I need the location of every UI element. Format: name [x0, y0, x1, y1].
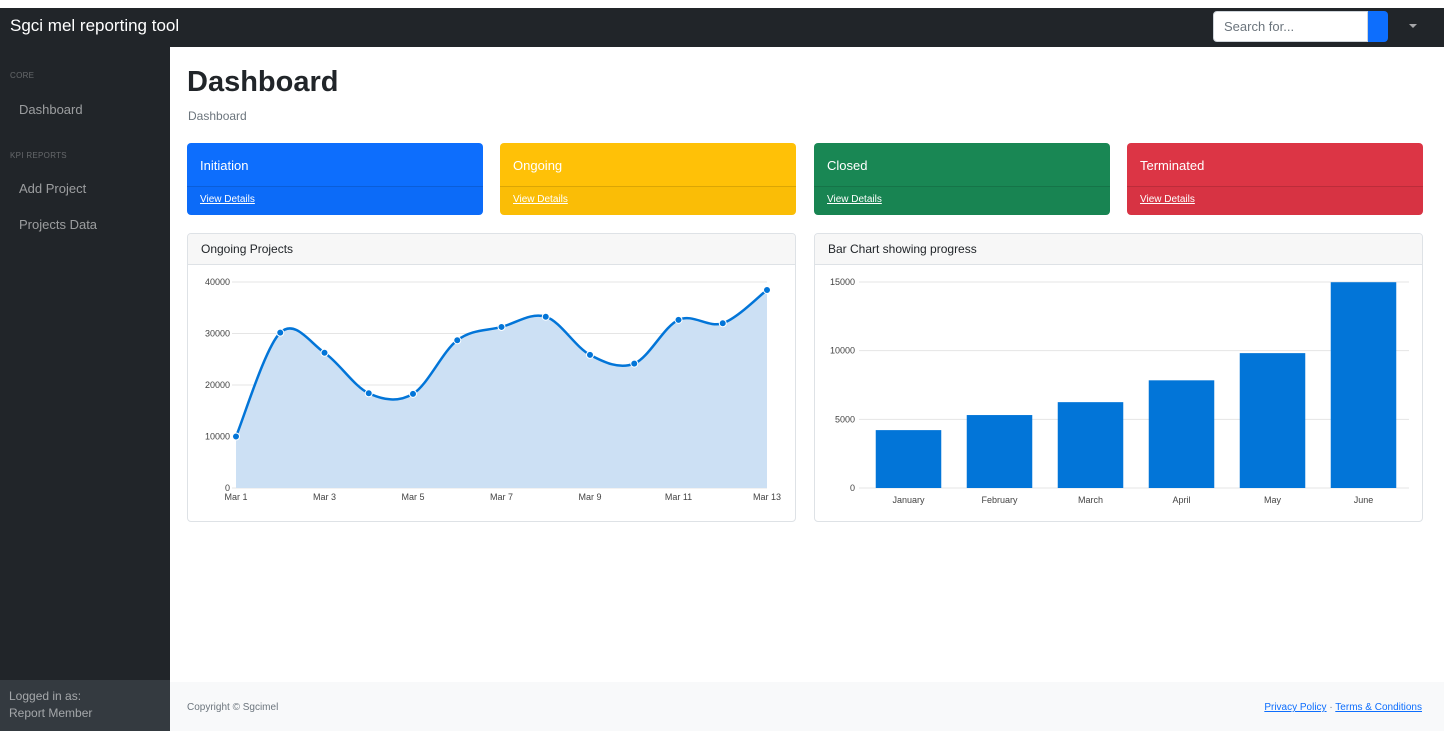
card-label: Closed: [827, 158, 868, 173]
card-label: Initiation: [200, 158, 249, 173]
app-brand[interactable]: Sgci mel reporting tool: [10, 16, 179, 36]
x-tick-label: March: [1078, 495, 1103, 505]
bar: [1330, 282, 1397, 488]
data-point: [630, 359, 639, 368]
bar: [966, 415, 1033, 488]
data-point: [497, 322, 506, 331]
x-tick-label: June: [1354, 495, 1374, 505]
card-label: Ongoing: [513, 158, 563, 173]
y-tick-label: 40000: [205, 277, 230, 287]
data-point: [364, 389, 373, 398]
copyright-text: Copyright © Sgcimel: [187, 702, 279, 713]
page-footer: Copyright © Sgcimel Privacy Policy · Ter…: [170, 682, 1444, 731]
data-point: [763, 285, 771, 294]
data-point: [232, 432, 240, 441]
x-tick-label: Mar 9: [578, 492, 601, 502]
sidebar-item-add-project[interactable]: Add Project: [19, 181, 86, 196]
y-tick-label: 30000: [205, 329, 230, 339]
card-terminated: Terminated View Details: [1127, 143, 1423, 215]
data-point: [453, 336, 462, 345]
x-tick-label: Mar 5: [401, 492, 424, 502]
view-details-link[interactable]: View Details: [814, 186, 1110, 215]
data-point: [586, 350, 594, 359]
sidebar-footer: Logged in as: Report Member: [0, 680, 170, 731]
x-tick-label: Mar 11: [665, 492, 692, 502]
sidebar-item-projects-data[interactable]: Projects Data: [19, 217, 97, 232]
view-details-link[interactable]: View Details: [500, 186, 796, 215]
footer-separator: ·: [1329, 702, 1333, 713]
data-point: [541, 312, 550, 321]
top-navbar: Sgci mel reporting tool: [0, 8, 1444, 47]
x-tick-label: Mar 1: [224, 492, 247, 502]
y-tick-label: 5000: [835, 414, 855, 424]
logged-in-label: Logged in as:: [9, 689, 82, 703]
bar: [1148, 380, 1215, 488]
breadcrumb: Dashboard: [188, 109, 247, 123]
panel-title: Bar Chart showing progress: [815, 234, 1422, 265]
progress-bar-chart: 0 5000 10000 15000 January February March April…: [830, 277, 1409, 505]
x-tick-label: April: [1172, 495, 1190, 505]
sidebar: CORE Dashboard KPI REPORTS Add Project P…: [0, 47, 170, 731]
y-tick-label: 20000: [205, 380, 230, 390]
ongoing-projects-area-chart: 010000200003000040000Mar 1 Mar 3 Mar 5 Mar …: [205, 277, 781, 502]
x-tick-label: Mar 7: [490, 492, 513, 502]
y-tick-label: 0: [850, 483, 855, 493]
bar-chart-panel: Bar Chart showing progress 0 5000 10000 150…: [814, 233, 1423, 522]
ongoing-projects-panel: Ongoing Projects 0 10000 20000 30000 40000 Ma…: [187, 233, 796, 522]
x-tick-label: February: [981, 495, 1018, 505]
data-point: [674, 315, 683, 324]
panel-title: Ongoing Projects: [188, 234, 795, 265]
card-closed: Closed View Details: [814, 143, 1110, 215]
sidebar-heading-core: CORE: [10, 71, 35, 80]
data-point: [718, 319, 727, 328]
data-point: [276, 328, 285, 337]
card-label: Terminated: [1140, 158, 1205, 173]
search-button[interactable]: [1368, 11, 1388, 42]
sidebar-item-dashboard[interactable]: Dashboard: [19, 102, 83, 117]
terms-link[interactable]: Terms & Conditions: [1335, 702, 1422, 713]
footer-links: Privacy Policy · Terms & Conditions: [1264, 702, 1422, 713]
x-tick-label: January: [892, 495, 925, 505]
user-dropdown-caret-icon[interactable]: [1408, 21, 1418, 31]
x-tick-label: Mar 3: [313, 492, 336, 502]
bar: [875, 430, 942, 488]
y-tick-label: 10000: [205, 432, 230, 442]
area-fill: [236, 289, 767, 488]
search-form: [1213, 11, 1388, 42]
bar: [1057, 402, 1124, 488]
logged-in-user: Report Member: [9, 706, 93, 720]
page-title: Dashboard: [187, 66, 339, 98]
sidebar-heading-kpi-reports: KPI REPORTS: [10, 151, 67, 160]
view-details-link[interactable]: View Details: [187, 186, 483, 215]
y-tick-label: 10000: [830, 346, 855, 356]
data-point: [320, 348, 329, 357]
search-input[interactable]: [1213, 11, 1368, 42]
x-tick-label: May: [1264, 495, 1282, 505]
bar: [1239, 353, 1306, 488]
data-point: [409, 389, 417, 398]
privacy-policy-link[interactable]: Privacy Policy: [1264, 702, 1326, 713]
view-details-link[interactable]: View Details: [1127, 186, 1423, 215]
y-tick-label: 15000: [830, 277, 855, 287]
card-initiation: Initiation View Details: [187, 143, 483, 215]
card-ongoing: Ongoing View Details: [500, 143, 796, 215]
x-tick-label: Mar 13: [753, 492, 781, 502]
